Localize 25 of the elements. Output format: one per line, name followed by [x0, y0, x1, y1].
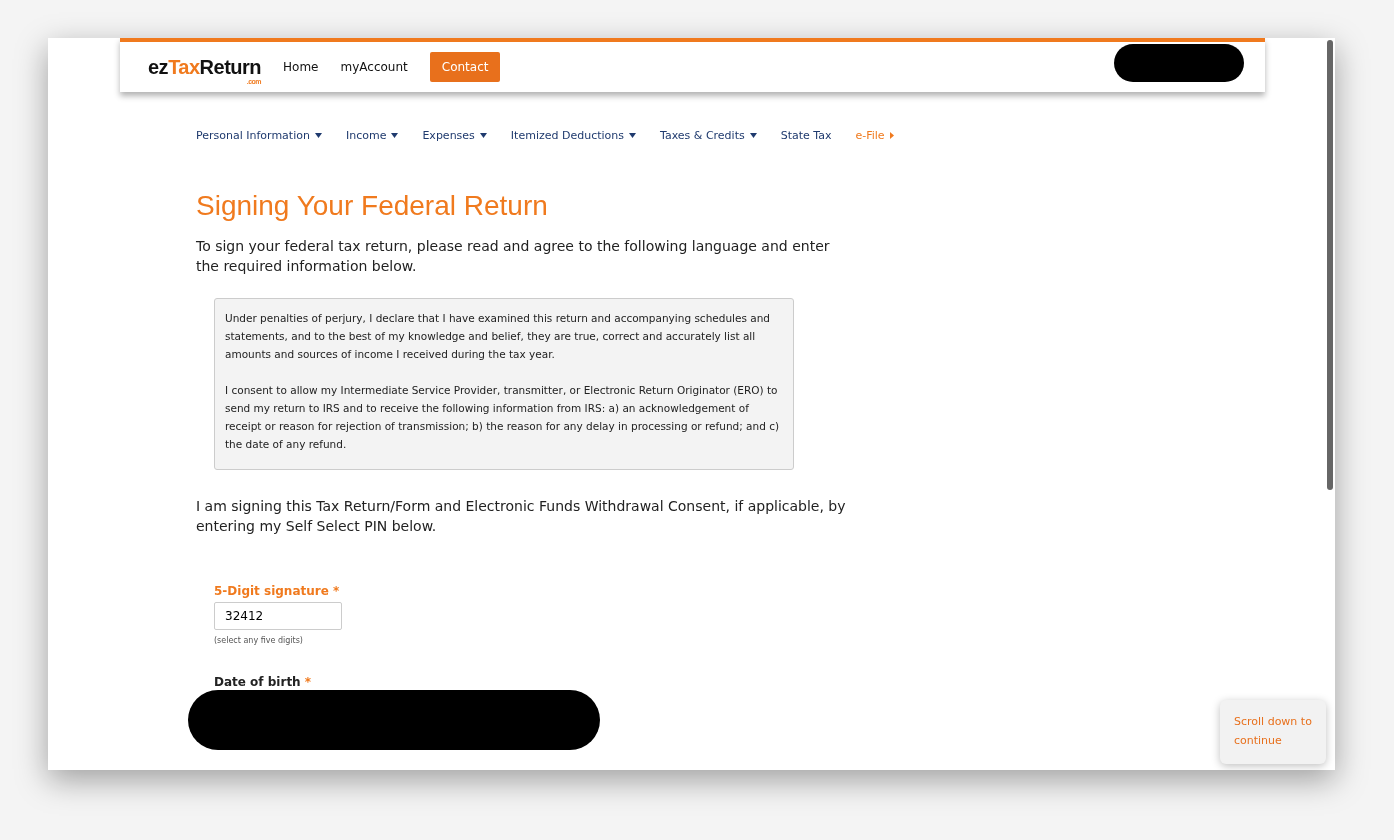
page-title: Signing Your Federal Return: [196, 190, 549, 222]
header-link[interactable]: myAccount: [340, 60, 408, 74]
signing-text: I am signing this Tax Return/Form and Electronic Funds Withdrawal Consent, if applicable, by entering my Self Select PIN below.: [196, 497, 847, 536]
nav-menu-item[interactable]: Itemized Deductions: [510, 129, 636, 142]
nav-menu-item[interactable]: State Tax: [780, 129, 832, 142]
declaration-paragraph: I consent to allow my Intermediate Service Provider, transmitter, or Electronic Return Originator (ERO) to send my return to IRS and to receive the following information from IRS: a) an acknowledgement of receipt or reason for rejection of transmission; b) the reason for any delay in processing or refund; and c) the date of any refund.: [225, 383, 781, 452]
arrow-icon: [889, 132, 894, 139]
field-label: 5-Digit signature *: [214, 584, 341, 598]
header-link[interactable]: Home: [283, 60, 319, 74]
caret-icon: [314, 133, 322, 138]
caret-icon: [391, 133, 399, 138]
caret-icon: [749, 133, 757, 138]
declaration-paragraph: Under penalties of perjury, I declare that I have examined this return and accompanying schedules and statements, and to the best of my knowledge and belief, they are true, correct and accurately list all amounts and sources of income I received during the tax year.: [225, 311, 771, 362]
nav-menu-item[interactable]: Personal Information: [196, 129, 322, 142]
caret-icon: [629, 133, 636, 138]
nav-menu-item[interactable]: Taxes & Credits: [660, 129, 757, 142]
scroll-hint: Scroll down to continue: [1220, 700, 1326, 764]
caret-icon: [479, 133, 487, 138]
nav-menu-item[interactable]: Expenses: [422, 129, 487, 142]
intro-text: To sign your federal tax return, please read and agree to the following language and enter the required information below.: [196, 237, 831, 276]
field-hint: (select any five digits): [214, 636, 304, 645]
scrollbar[interactable]: [1327, 40, 1333, 490]
signature-input[interactable]: 32412: [214, 602, 342, 630]
field-label: Date of birth *: [214, 675, 313, 689]
nav-menu-item[interactable]: Income: [345, 129, 399, 142]
